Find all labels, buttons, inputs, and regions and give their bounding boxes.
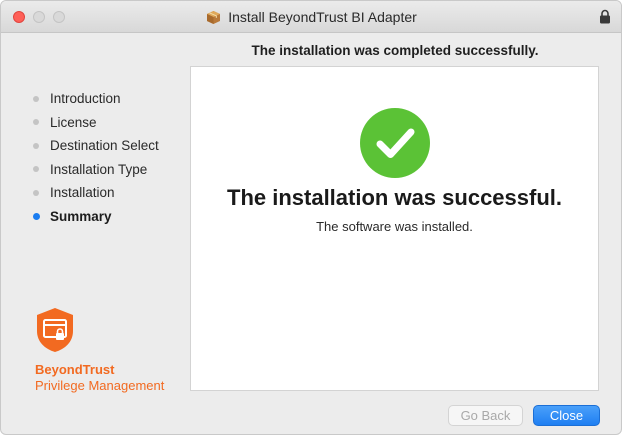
beyondtrust-shield-logo: [37, 308, 73, 352]
step-label: Summary: [50, 208, 112, 224]
window-title: Install BeyondTrust BI Adapter: [228, 8, 417, 25]
window-title-group: Install BeyondTrust BI Adapter: [1, 1, 621, 32]
summary-panel: The installation was successful. The sof…: [190, 66, 599, 391]
step-installation: Installation: [33, 181, 159, 205]
step-label: Installation Type: [50, 161, 148, 177]
lock-icon: [600, 9, 610, 24]
step-installation-type: Installation Type: [33, 158, 159, 182]
close-button[interactable]: Close: [533, 405, 600, 426]
step-bullet: [33, 119, 39, 126]
installer-steps: Introduction License Destination Select …: [32, 87, 159, 229]
step-bullet: [33, 95, 39, 102]
installer-window: Install BeyondTrust BI Adapter The insta…: [0, 0, 622, 435]
brand-name: BeyondTrust: [35, 362, 115, 377]
go-back-button[interactable]: Go Back: [448, 405, 523, 426]
step-label: Installation: [50, 185, 115, 201]
step-label: Introduction: [50, 91, 121, 107]
step-summary: Summary: [32, 205, 159, 229]
step-label: Destination Select: [50, 138, 159, 154]
step-introduction: Introduction: [33, 87, 159, 111]
brand-product: Privilege Management: [35, 378, 165, 393]
completion-header: The installation was completed successfu…: [251, 43, 539, 58]
step-bullet: [33, 166, 39, 173]
step-label: License: [50, 114, 97, 130]
step-bullet-active: [32, 212, 40, 220]
success-subtitle: The software was installed.: [316, 219, 473, 234]
step-bullet: [33, 142, 39, 149]
check-circle-icon: [360, 108, 430, 178]
title-bar: Install BeyondTrust BI Adapter: [1, 1, 621, 33]
success-title: The installation was successful.: [227, 185, 562, 210]
step-bullet: [33, 189, 39, 196]
package-icon: [207, 11, 221, 24]
step-license: License: [33, 111, 159, 135]
step-destination-select: Destination Select: [33, 134, 159, 158]
